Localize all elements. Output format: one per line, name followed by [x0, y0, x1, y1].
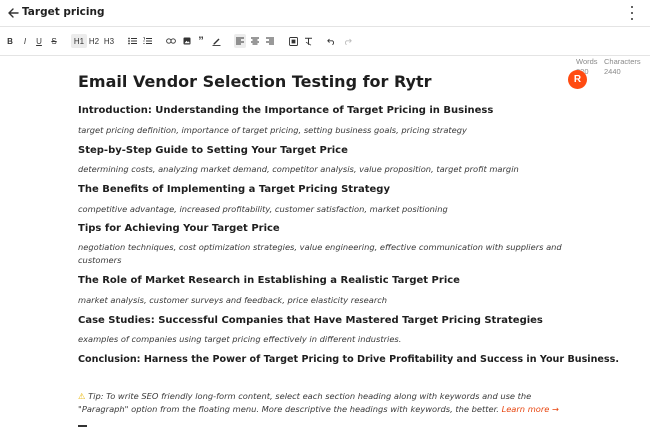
- section-heading[interactable]: The Benefits of Implementing a Target Pr…: [78, 184, 390, 195]
- section-keywords[interactable]: target pricing definition, importance of…: [78, 124, 578, 137]
- quote-button[interactable]: ”: [196, 34, 206, 48]
- redo-icon[interactable]: [342, 34, 353, 48]
- h2-button[interactable]: H2: [87, 34, 101, 48]
- align-left-icon[interactable]: [234, 34, 246, 48]
- pen-icon[interactable]: [211, 34, 222, 48]
- text-cursor: [78, 425, 87, 427]
- undo-icon[interactable]: [326, 34, 337, 48]
- characters-value: 2440: [604, 67, 621, 76]
- section-keywords[interactable]: examples of companies using target prici…: [78, 333, 578, 346]
- underline-button[interactable]: U: [34, 34, 44, 48]
- characters-label: Characters: [604, 57, 641, 66]
- strikethrough-button[interactable]: S: [49, 34, 59, 48]
- words-label: Words: [576, 57, 598, 66]
- character-count: Characters 2440: [604, 57, 641, 77]
- clear-format-icon[interactable]: [303, 34, 314, 48]
- learn-more-link[interactable]: Learn more →: [502, 404, 559, 414]
- image-icon[interactable]: [181, 34, 192, 48]
- align-right-icon[interactable]: [264, 34, 276, 48]
- bullet-list-icon[interactable]: [127, 34, 138, 48]
- h1-button[interactable]: H1: [71, 34, 87, 48]
- section-keywords[interactable]: negotiation techniques, cost optimizatio…: [78, 241, 578, 266]
- bold-button[interactable]: B: [5, 34, 15, 48]
- tip-text: Tip: To write SEO friendly long-form con…: [78, 391, 532, 414]
- section-heading[interactable]: Step-by-Step Guide to Setting Your Targe…: [78, 145, 348, 156]
- section-heading[interactable]: Case Studies: Successful Companies that …: [78, 315, 543, 326]
- formatting-toolbar: B I U S H1 H2 H3 ” Words 320: [0, 27, 650, 76]
- avatar[interactable]: R: [568, 70, 587, 89]
- section-heading[interactable]: The Role of Market Research in Establish…: [78, 275, 460, 286]
- italic-button[interactable]: I: [20, 34, 30, 48]
- section-keywords[interactable]: determining costs, analyzing market dema…: [78, 163, 578, 176]
- section-heading[interactable]: Introduction: Understanding the Importan…: [78, 105, 493, 116]
- h3-button[interactable]: H3: [102, 34, 116, 48]
- align-center-icon[interactable]: [249, 34, 261, 48]
- embed-icon[interactable]: [288, 34, 299, 48]
- kebab-icon[interactable]: [626, 6, 638, 20]
- numbered-list-icon[interactable]: [142, 34, 153, 48]
- top-bar: Target pricing: [0, 0, 650, 27]
- arrow-left-icon[interactable]: [5, 5, 21, 21]
- section-keywords[interactable]: competitive advantage, increased profita…: [78, 203, 578, 216]
- document-title[interactable]: Email Vendor Selection Testing for Rytr: [78, 72, 432, 91]
- section-keywords[interactable]: market analysis, customer surveys and fe…: [78, 294, 578, 307]
- section-heading[interactable]: Conclusion: Harness the Power of Target …: [78, 354, 619, 365]
- section-heading[interactable]: Tips for Achieving Your Target Price: [78, 223, 280, 234]
- link-icon[interactable]: [165, 34, 176, 48]
- page-title: Target pricing: [22, 6, 105, 18]
- seo-tip: ⚠ Tip: To write SEO friendly long-form c…: [78, 390, 578, 415]
